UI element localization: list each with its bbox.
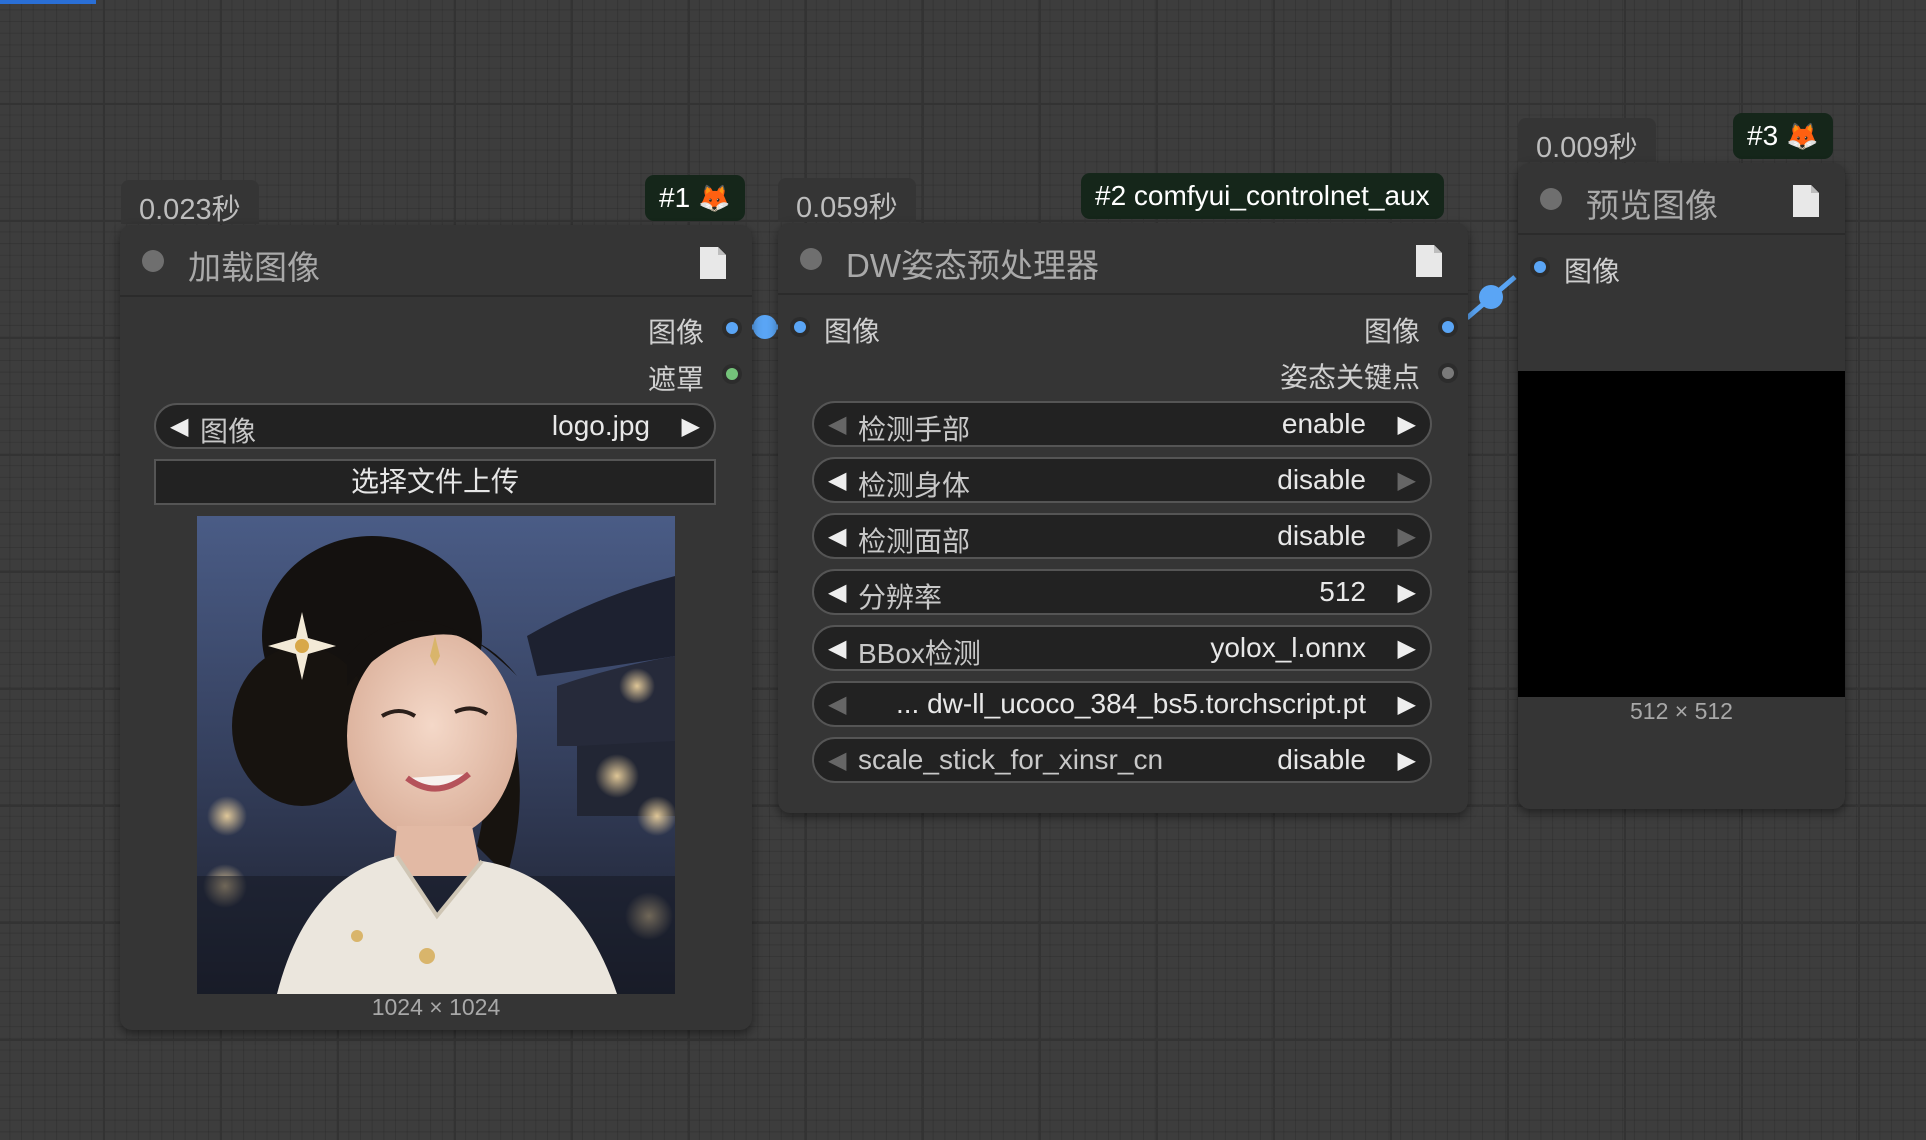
output-label-mask: 遮罩 bbox=[647, 364, 704, 395]
node-header[interactable]: 加载图像 bbox=[120, 225, 752, 297]
loaded-image-preview bbox=[197, 516, 675, 994]
widget-label: 分辨率 bbox=[858, 582, 943, 613]
triangle-left-icon[interactable]: ◀ bbox=[828, 690, 846, 719]
node-id: #2 comfyui_controlnet_aux bbox=[1095, 180, 1430, 211]
widget-label: 图像 bbox=[200, 416, 257, 447]
widget-value: logo.jpg bbox=[551, 410, 650, 441]
triangle-right-icon[interactable]: ▶ bbox=[1398, 578, 1416, 607]
output-label-image: 图像 bbox=[647, 317, 704, 348]
node-timing: 0.023秒 bbox=[121, 180, 259, 226]
widget-value: disable bbox=[1277, 464, 1366, 495]
collapse-toggle[interactable] bbox=[1540, 188, 1562, 210]
upload-button[interactable]: 选择文件上传 bbox=[154, 459, 716, 505]
collapse-toggle[interactable] bbox=[800, 248, 822, 270]
widget-value: disable bbox=[1277, 520, 1366, 551]
widget-value: 512 bbox=[1319, 576, 1366, 607]
link-dw-to-preview bbox=[1465, 275, 1517, 320]
triangle-right-icon[interactable]: ▶ bbox=[1398, 690, 1416, 719]
detect-face-combo[interactable]: ◀ 检测面部 disable ▶ bbox=[812, 513, 1432, 559]
triangle-left-icon[interactable]: ◀ bbox=[170, 412, 188, 441]
collapse-toggle[interactable] bbox=[142, 250, 164, 272]
triangle-right-icon[interactable]: ▶ bbox=[1398, 410, 1416, 439]
link-midpoint bbox=[1479, 285, 1503, 309]
triangle-left-icon[interactable]: ◀ bbox=[828, 578, 846, 607]
bbox-detector-combo[interactable]: ◀ BBox检测 yolox_l.onnx ▶ bbox=[812, 625, 1432, 671]
canvas-tab-indicator bbox=[0, 0, 96, 4]
output-label-image: 图像 bbox=[1363, 316, 1420, 347]
link-midpoint bbox=[753, 315, 777, 339]
triangle-right-icon[interactable]: ▶ bbox=[682, 412, 700, 441]
document-icon[interactable] bbox=[1414, 243, 1444, 279]
widget-label: scale_stick_for_xinsr_cn bbox=[858, 744, 1164, 775]
input-label-image: 图像 bbox=[1564, 256, 1621, 287]
resolution-number[interactable]: ◀ 分辨率 512 ▶ bbox=[812, 569, 1432, 615]
output-socket-image[interactable] bbox=[1440, 319, 1456, 335]
image-file-combo[interactable]: ◀ 图像 logo.jpg ▶ bbox=[154, 403, 716, 449]
node-id: #1 bbox=[659, 182, 691, 213]
widget-label: 检测面部 bbox=[858, 526, 971, 557]
detect-body-combo[interactable]: ◀ 检测身体 disable ▶ bbox=[812, 457, 1432, 503]
widget-value: disable bbox=[1277, 744, 1366, 775]
load-image-node[interactable]: 加载图像 图像 遮罩 ◀ 图像 logo.jpg ▶ 选择文件上传 1024 ×… bbox=[120, 225, 752, 1030]
triangle-right-icon[interactable]: ▶ bbox=[1398, 746, 1416, 775]
pose-estimator-combo[interactable]: ◀ ... dw-ll_ucoco_384_bs5.torchscript.pt… bbox=[812, 681, 1432, 727]
output-socket-pose-keypoint[interactable] bbox=[1440, 365, 1456, 381]
node-id-badge: #1 🦊 bbox=[645, 175, 745, 221]
node-timing: 0.059秒 bbox=[778, 178, 916, 224]
output-label-pose-keypoint: 姿态关键点 bbox=[1279, 362, 1420, 393]
widget-value: yolox_l.onnx bbox=[1210, 632, 1366, 663]
node-title: 预览图像 bbox=[1586, 187, 1718, 224]
triangle-right-icon[interactable]: ▶ bbox=[1398, 634, 1416, 663]
image-size-label: 512 × 512 bbox=[1630, 698, 1733, 724]
fox-icon: 🦊 bbox=[698, 182, 731, 213]
triangle-left-icon[interactable]: ◀ bbox=[828, 522, 846, 551]
widget-label: 检测手部 bbox=[858, 414, 971, 445]
input-label-image: 图像 bbox=[824, 316, 881, 347]
widget-label: BBox检测 bbox=[858, 638, 981, 669]
widget-label: 检测身体 bbox=[858, 470, 971, 501]
widget-value: ... dw-ll_ucoco_384_bs5.torchscript.pt bbox=[895, 688, 1366, 719]
node-header[interactable]: DW姿态预处理器 bbox=[778, 223, 1468, 295]
input-socket-image[interactable] bbox=[792, 319, 808, 335]
detect-hand-combo[interactable]: ◀ 检测手部 enable ▶ bbox=[812, 401, 1432, 447]
triangle-left-icon[interactable]: ◀ bbox=[828, 466, 846, 495]
output-socket-mask[interactable] bbox=[724, 366, 740, 382]
triangle-left-icon[interactable]: ◀ bbox=[828, 746, 846, 775]
scale-stick-combo[interactable]: ◀ scale_stick_for_xinsr_cn disable ▶ bbox=[812, 737, 1432, 783]
node-title: DW姿态预处理器 bbox=[846, 247, 1099, 284]
triangle-right-icon[interactable]: ▶ bbox=[1398, 522, 1416, 551]
node-header[interactable]: 预览图像 bbox=[1518, 163, 1845, 235]
preview-image-node[interactable]: 预览图像 图像 512 × 512 bbox=[1518, 163, 1845, 809]
node-id: #3 bbox=[1747, 120, 1779, 151]
triangle-left-icon[interactable]: ◀ bbox=[828, 634, 846, 663]
node-id-badge: #3 🦊 bbox=[1733, 113, 1833, 159]
document-icon[interactable] bbox=[698, 245, 728, 281]
node-timing: 0.009秒 bbox=[1518, 118, 1656, 164]
input-socket-image[interactable] bbox=[1532, 259, 1548, 275]
fox-icon: 🦊 bbox=[1786, 120, 1819, 151]
dw-pose-preprocessor-node[interactable]: DW姿态预处理器 图像 图像 姿态关键点 ◀ 检测手部 enable ▶ ◀ 检… bbox=[778, 223, 1468, 813]
triangle-right-icon[interactable]: ▶ bbox=[1398, 466, 1416, 495]
preview-image-output bbox=[1518, 371, 1845, 697]
document-icon[interactable] bbox=[1791, 183, 1821, 219]
triangle-left-icon[interactable]: ◀ bbox=[828, 410, 846, 439]
node-title: 加载图像 bbox=[188, 249, 320, 286]
widget-value: enable bbox=[1281, 408, 1366, 439]
node-id-badge: #2 comfyui_controlnet_aux bbox=[1081, 173, 1444, 219]
image-size-label: 1024 × 1024 bbox=[371, 994, 501, 1020]
output-socket-image[interactable] bbox=[724, 320, 740, 336]
